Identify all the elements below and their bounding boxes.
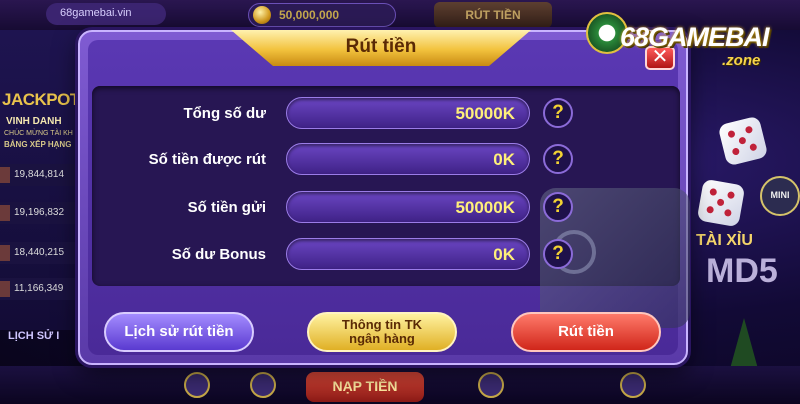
bonus-balance-label: Số dư Bonus: [171, 246, 266, 263]
coin-icon: [253, 6, 271, 24]
total-balance-label: Tổng số dư: [183, 105, 266, 122]
withdrawable-value: 0K: [493, 150, 515, 169]
top-withdraw-button[interactable]: RÚT TIỀN: [434, 2, 552, 28]
deposited-label: Số tiền gửi: [187, 199, 266, 216]
leaderboard-row: 19,844,814: [0, 164, 82, 186]
dialog-title: Rút tiền: [345, 36, 417, 57]
deposited-value: 50000K: [455, 198, 515, 217]
leaderboard-row: 18,440,215: [0, 242, 82, 264]
total-balance-field: 50000K: [286, 97, 530, 129]
help-button[interactable]: ?: [543, 98, 573, 128]
logo-suffix: .zone: [722, 52, 761, 69]
deposited-field: 50000K: [286, 191, 530, 223]
nav-icon[interactable]: [620, 372, 646, 398]
mini-game-button[interactable]: MINI: [760, 176, 800, 216]
help-button[interactable]: ?: [543, 144, 573, 174]
nav-icon[interactable]: [184, 372, 210, 398]
withdraw-history-button[interactable]: Lịch sử rút tiền: [104, 312, 254, 352]
withdrawable-label: Số tiền được rút: [148, 151, 266, 168]
help-button[interactable]: ?: [543, 192, 573, 222]
withdrawable-field: 0K: [286, 143, 530, 175]
bank-info-line2: ngân hàng: [349, 331, 415, 346]
balance-value: 50,000,000: [279, 8, 340, 22]
avatar: [0, 245, 10, 261]
total-balance-value: 50000K: [455, 104, 515, 123]
avatar: [0, 281, 10, 297]
md5-game-tile[interactable]: MD5: [706, 252, 778, 291]
site-url: 68gamebai.vin: [46, 3, 166, 25]
history-tab[interactable]: LỊCH SỬ I: [8, 330, 59, 342]
nav-icon[interactable]: [478, 372, 504, 398]
bonus-balance-field: 0K: [286, 238, 530, 270]
avatar: [0, 205, 10, 221]
logo-brand: 68GAMEBAI: [620, 22, 770, 52]
tai-xiu-label: TÀI XỈU: [696, 232, 753, 249]
nav-icon[interactable]: [250, 372, 276, 398]
vinh-danh-label: VINH DANH: [6, 116, 62, 127]
help-button[interactable]: ?: [543, 239, 573, 269]
leaderboard-title: BẢNG XẾP HẠNG: [4, 140, 72, 149]
leaderboard-row: 11,166,349: [0, 278, 82, 300]
congrats-label: CHÚC MỪNG TÀI KH: [4, 130, 73, 137]
left-panel: JACKPOT VINH DANH CHÚC MỪNG TÀI KH BẢNG …: [0, 30, 82, 342]
right-scene: [690, 90, 800, 350]
bank-info-button[interactable]: Thông tin TK ngân hàng: [307, 312, 457, 352]
leaderboard-row: 19,196,832: [0, 202, 82, 224]
brand-logo: 68GAMEBAI .zone: [584, 10, 800, 74]
bonus-balance-value: 0K: [493, 245, 515, 264]
dice-icon: [717, 115, 769, 167]
deposit-button[interactable]: NẠP TIỀN: [306, 372, 424, 402]
balance-display: 50,000,000: [248, 3, 396, 27]
withdraw-button[interactable]: Rút tiền: [511, 312, 661, 352]
bank-info-line1: Thông tin TK: [341, 317, 423, 332]
avatar: [0, 167, 10, 183]
dice-icon: [696, 178, 746, 228]
jackpot-label: JACKPOT: [2, 90, 80, 109]
